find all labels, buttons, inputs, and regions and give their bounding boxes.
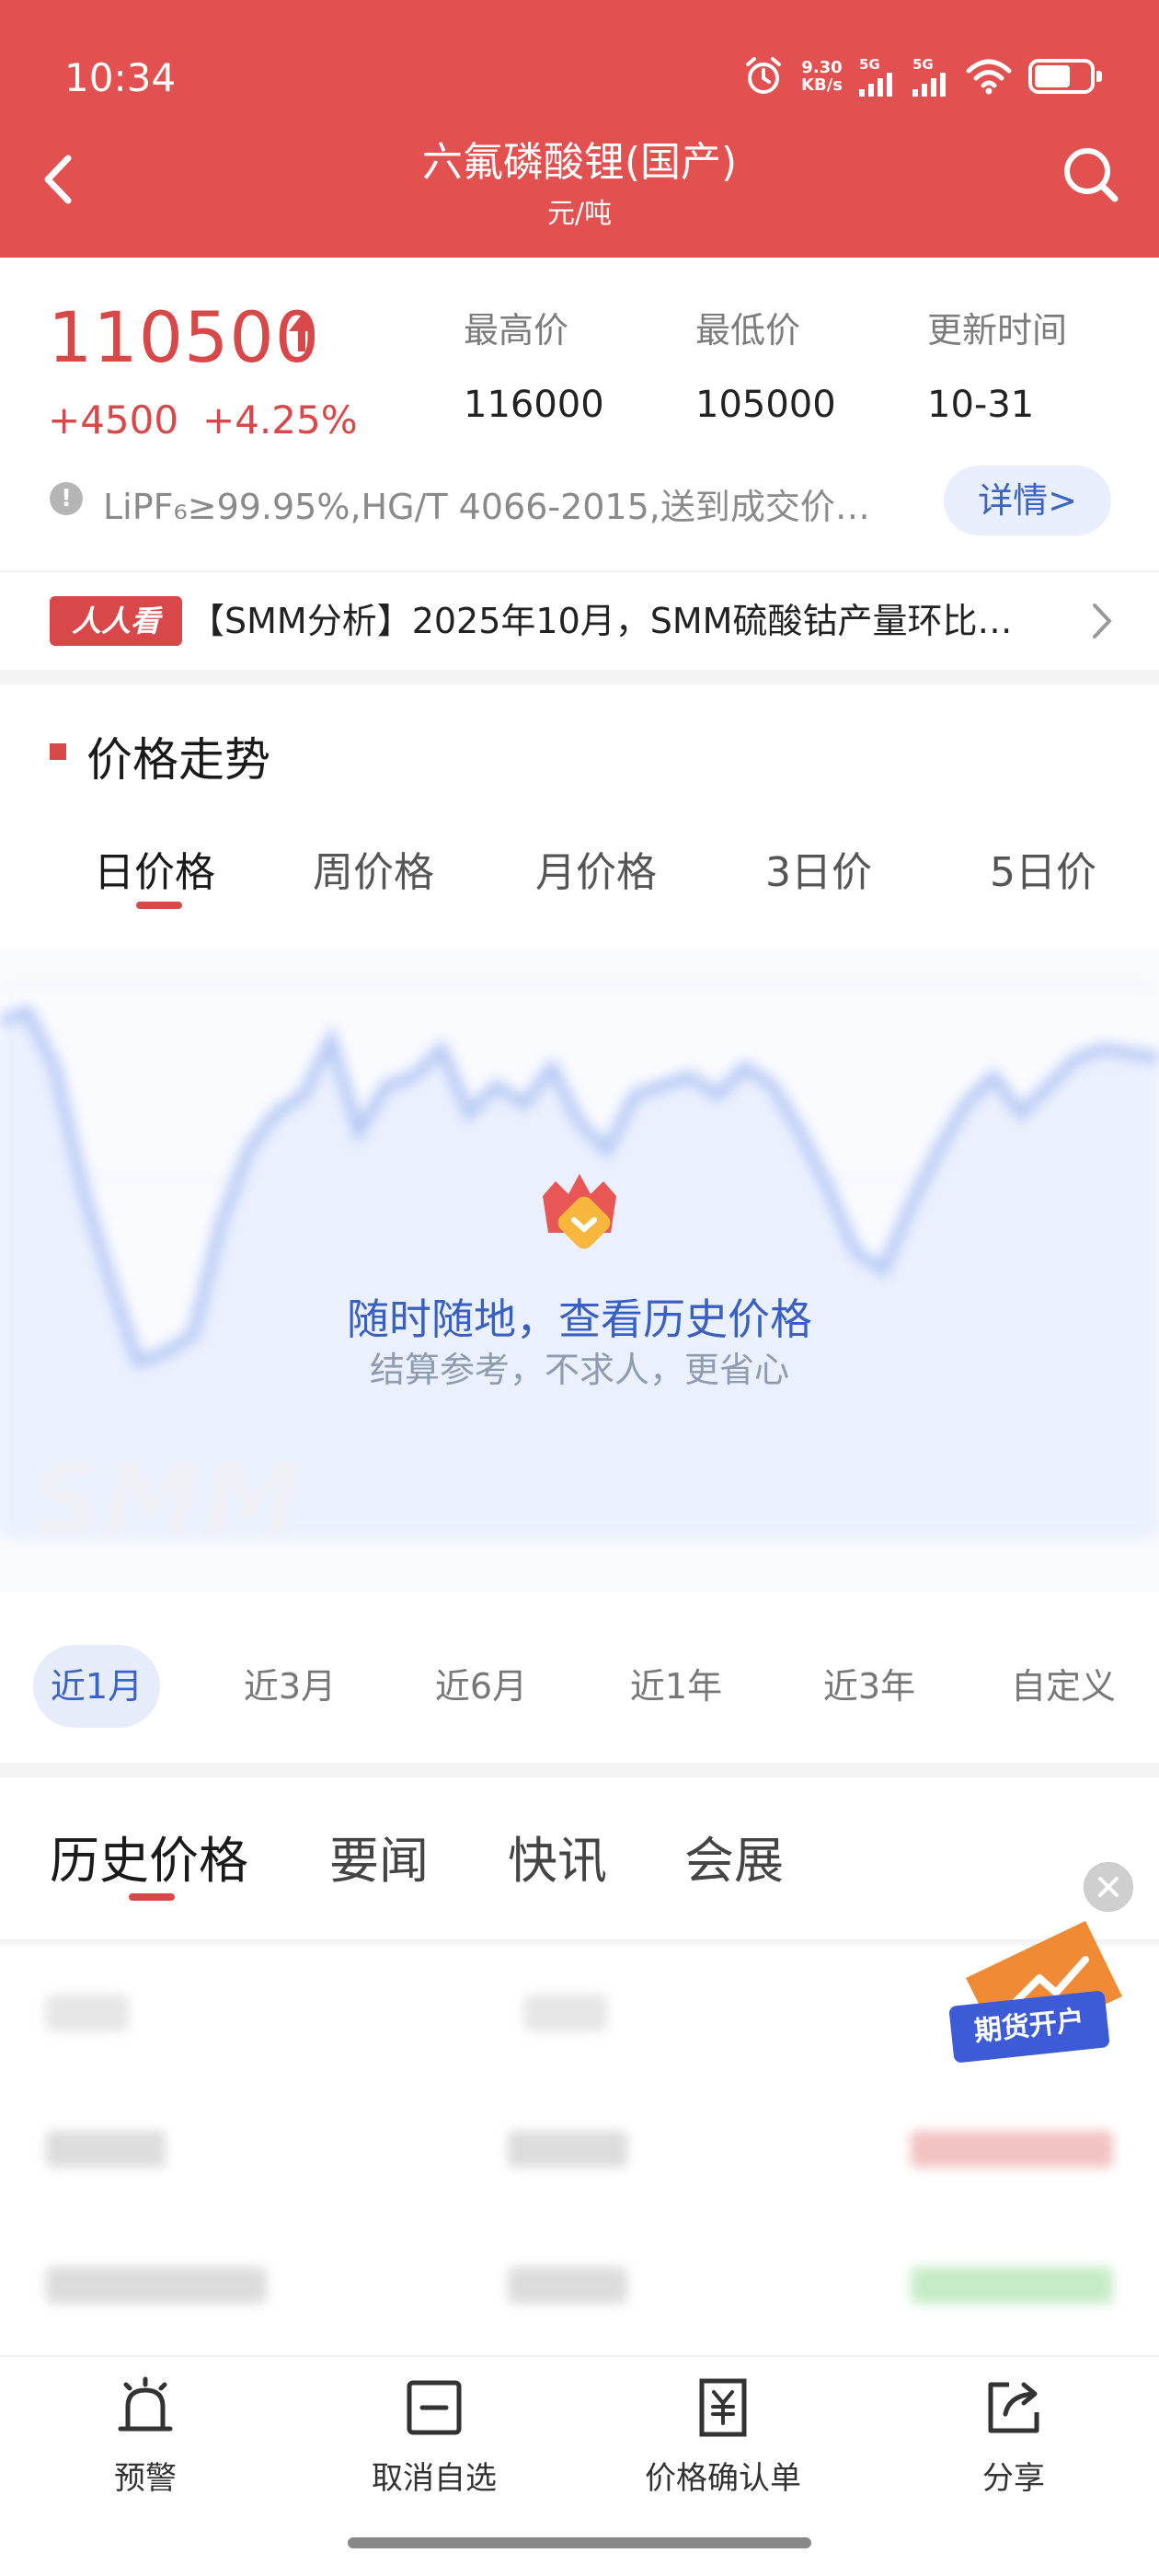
nav-label: 价格确认单	[645, 2460, 801, 2497]
table-row	[0, 2221, 1159, 2350]
tab-key-news[interactable]: 要闻	[329, 1820, 429, 1892]
stat-low: 最低价 105000	[695, 302, 836, 426]
section-title: 价格走势	[86, 733, 270, 787]
price-change: +4500	[48, 397, 179, 443]
stat-label: 更新时间	[927, 310, 1068, 351]
page-title: 六氟磷酸锂(国产)	[421, 139, 738, 186]
info-icon: !	[50, 482, 83, 515]
tab-flash-news[interactable]: 快讯	[508, 1820, 607, 1892]
product-spec: LiPF₆≥99.95%,HG/T 4066-2015,送到成交价…	[103, 487, 870, 527]
wifi-icon	[966, 59, 1012, 95]
active-tab-indicator	[136, 902, 182, 909]
nav-label: 取消自选	[372, 2460, 497, 2497]
stat-value: 105000	[695, 384, 836, 426]
stat-value: 10-31	[927, 384, 1035, 426]
price-change-pct: +4.25%	[202, 397, 358, 443]
divider	[0, 570, 1159, 572]
alarm-bell-icon	[118, 2376, 173, 2432]
range-1-month[interactable]: 近1月	[33, 1645, 160, 1728]
tab-weekly-price[interactable]: 周价格	[313, 839, 434, 898]
tab-monthly-price[interactable]: 月价格	[535, 839, 657, 898]
price-confirm-icon	[699, 2378, 747, 2437]
signal-icon: 5G	[859, 56, 896, 97]
arrow-up-icon	[289, 315, 315, 351]
current-price: 110500	[48, 296, 321, 378]
nav-alert[interactable]: 预警	[44, 2375, 247, 2498]
range-custom[interactable]: 自定义	[990, 1645, 1137, 1728]
search-icon[interactable]	[1054, 138, 1128, 212]
signal-icon: 5G	[912, 56, 949, 97]
stat-value: 116000	[464, 384, 604, 426]
price-unit: 元/吨	[546, 198, 613, 230]
battery-icon	[1028, 59, 1102, 94]
stat-high: 最高价 116000	[464, 302, 604, 426]
tab-5day-price[interactable]: 5日价	[990, 839, 1096, 898]
news-badge: 人人看	[50, 596, 182, 646]
alarm-icon	[746, 57, 782, 94]
unlock-subtitle: 结算参考，不求人，更省心	[369, 1350, 789, 1390]
home-indicator[interactable]	[348, 2537, 811, 2548]
tab-daily-price[interactable]: 日价格	[94, 839, 215, 898]
range-3-years[interactable]: 近3年	[800, 1645, 938, 1728]
chevron-right-icon[interactable]	[1087, 598, 1115, 644]
detail-button[interactable]: 详情>	[944, 466, 1111, 535]
tab-history-price[interactable]: 历史价格	[50, 1820, 248, 1892]
unlock-badge-icon	[543, 1174, 616, 1249]
status-time: 10:34	[64, 55, 177, 100]
close-icon[interactable]	[1084, 1862, 1133, 1912]
status-icons: 9.30 KB/s 5G 5G	[742, 53, 1102, 99]
section-gap	[0, 670, 1159, 684]
section-marker	[50, 743, 66, 760]
remove-watchlist-icon	[407, 2380, 462, 2435]
table-row	[0, 2085, 1159, 2214]
stat-update-time: 更新时间 10-31	[927, 302, 1067, 426]
nav-remove-watchlist[interactable]: 取消自选	[333, 2375, 535, 2498]
unlock-title[interactable]: 随时随地，查看历史价格	[0, 1286, 1159, 1347]
section-gap	[0, 1763, 1159, 1777]
nav-label: 预警	[114, 2460, 177, 2497]
active-tab-indicator	[129, 1893, 175, 1901]
range-1-year[interactable]: 近1年	[607, 1645, 745, 1728]
net-speed: 9.30 KB/s	[801, 58, 843, 95]
stat-label: 最高价	[464, 310, 569, 351]
share-icon	[988, 2382, 1039, 2433]
stat-label: 最低价	[695, 310, 801, 351]
nav-price-confirm[interactable]: 价格确认单	[622, 2375, 824, 2498]
range-6-months[interactable]: 近6月	[412, 1645, 550, 1728]
tab-exhibitions[interactable]: 会展	[684, 1820, 784, 1892]
price-chart-locked[interactable]: SMM 随时随地，查看历史价格 结算参考，不求人，更省心	[0, 948, 1159, 1592]
nav-label: 分享	[982, 2460, 1045, 2497]
app-header: 10:34 9.30 KB/s 5G 5G 六氟磷酸锂(国产) 元/吨	[0, 0, 1159, 258]
news-headline[interactable]: 【SMM分析】2025年10月，SMM硫酸钴产量环比…	[189, 592, 1063, 643]
tab-3day-price[interactable]: 3日价	[765, 839, 872, 898]
nav-share[interactable]: 分享	[912, 2375, 1115, 2498]
smm-watermark: SMM	[31, 1443, 301, 1558]
range-3-months[interactable]: 近3月	[221, 1645, 359, 1728]
